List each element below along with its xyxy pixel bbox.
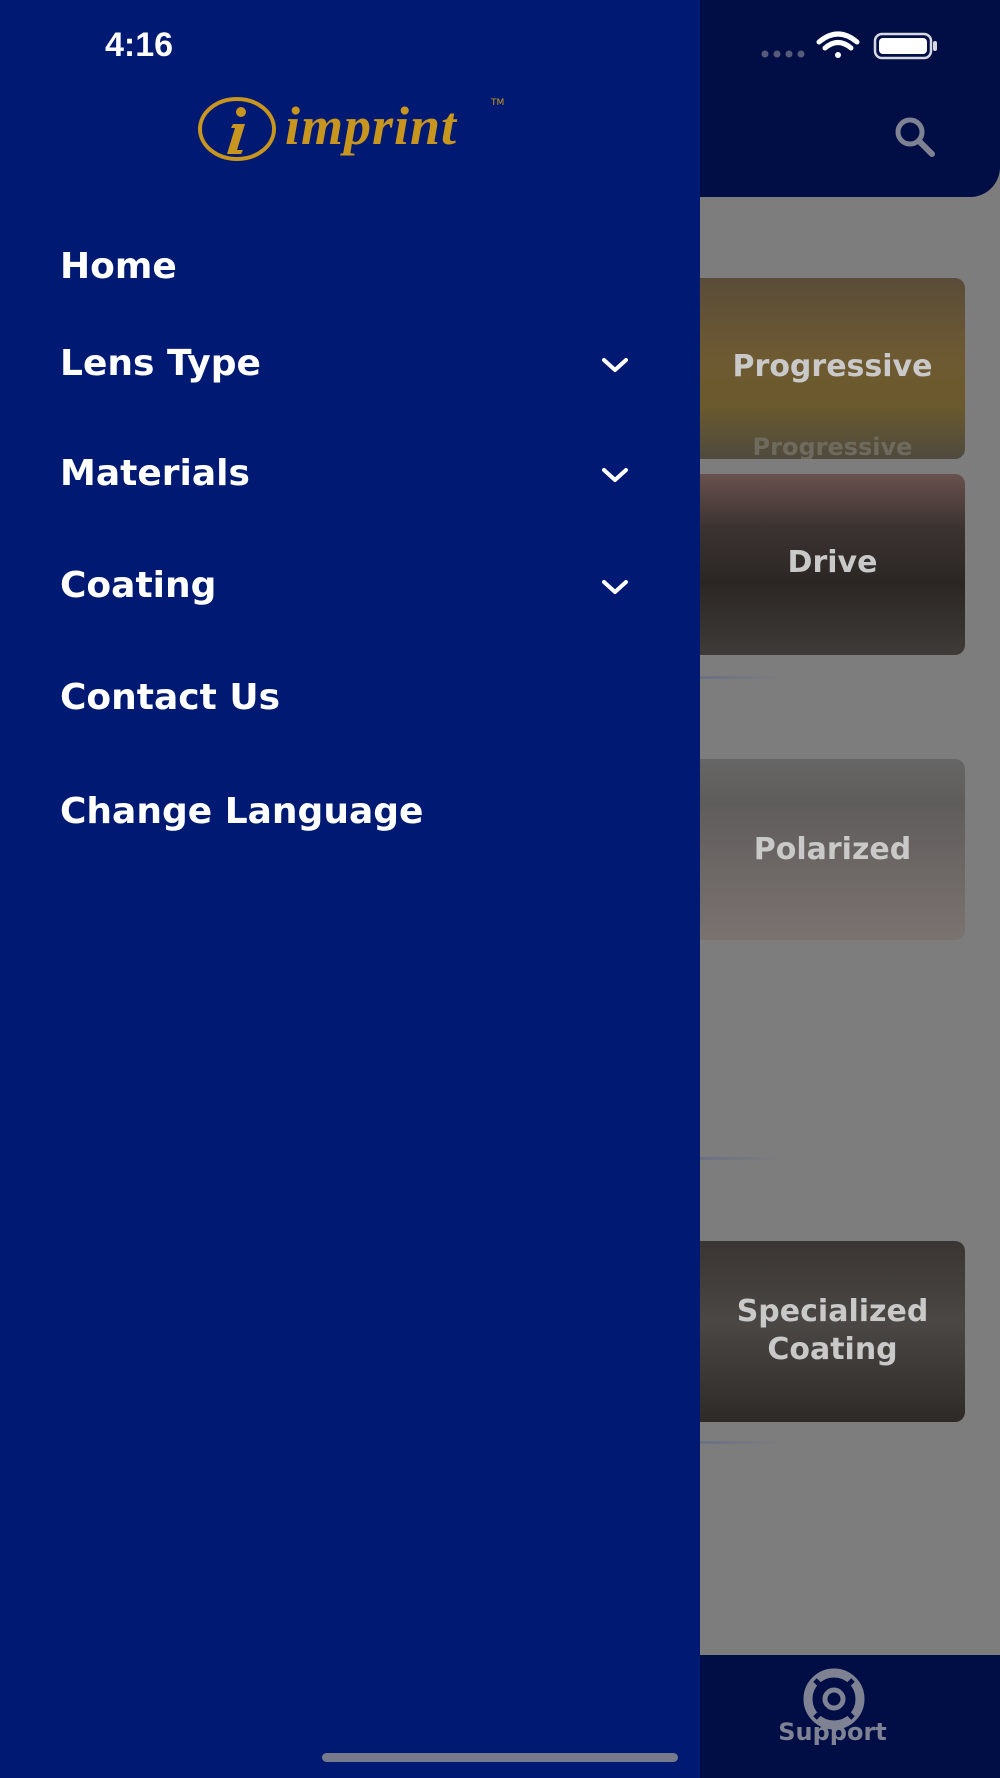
card-title: Polarized (753, 832, 912, 867)
status-time: 4:16 (105, 26, 174, 64)
chevron-down-icon (602, 468, 628, 482)
search-icon (895, 117, 935, 157)
menu-item-label: Home (60, 246, 177, 287)
menu-item-label: Lens Type (60, 343, 261, 384)
battery-icon (873, 32, 937, 60)
card-title: Drive (787, 545, 878, 580)
menu-item-home[interactable]: Home (60, 237, 640, 297)
wifi-icon (816, 31, 860, 58)
menu-item-contact-us[interactable]: Contact Us (60, 668, 640, 728)
menu-item-change-language[interactable]: Change Language (60, 782, 640, 842)
menu-item-lens-type[interactable]: Lens Type (60, 334, 640, 394)
menu-item-label: Change Language (60, 791, 424, 832)
card-watermark: Progressive (752, 433, 913, 459)
imprint-logo: imprint TM (197, 92, 507, 167)
signal-icon (761, 50, 805, 58)
navigation-drawer: 4:16 imprint TM Home Lens Type Materials… (0, 0, 700, 1778)
card-title: Progressive (732, 349, 933, 384)
menu-item-materials[interactable]: Materials (60, 444, 640, 504)
card-title-line2: Coating (767, 1332, 898, 1367)
menu-item-coating[interactable]: Coating (60, 556, 640, 616)
chevron-down-icon (602, 580, 628, 594)
chevron-down-icon (602, 358, 628, 372)
logo-trademark: TM (491, 98, 505, 108)
card-title-line1: Specialized (736, 1294, 929, 1329)
support-label: Support (778, 1718, 887, 1746)
menu-item-label: Coating (60, 565, 217, 606)
search-button[interactable] (890, 112, 940, 162)
logo-wordmark: imprint (285, 96, 458, 156)
status-icons (755, 28, 940, 64)
home-indicator[interactable] (322, 1753, 678, 1762)
menu-item-label: Contact Us (60, 677, 281, 718)
menu-item-label: Materials (60, 453, 250, 494)
